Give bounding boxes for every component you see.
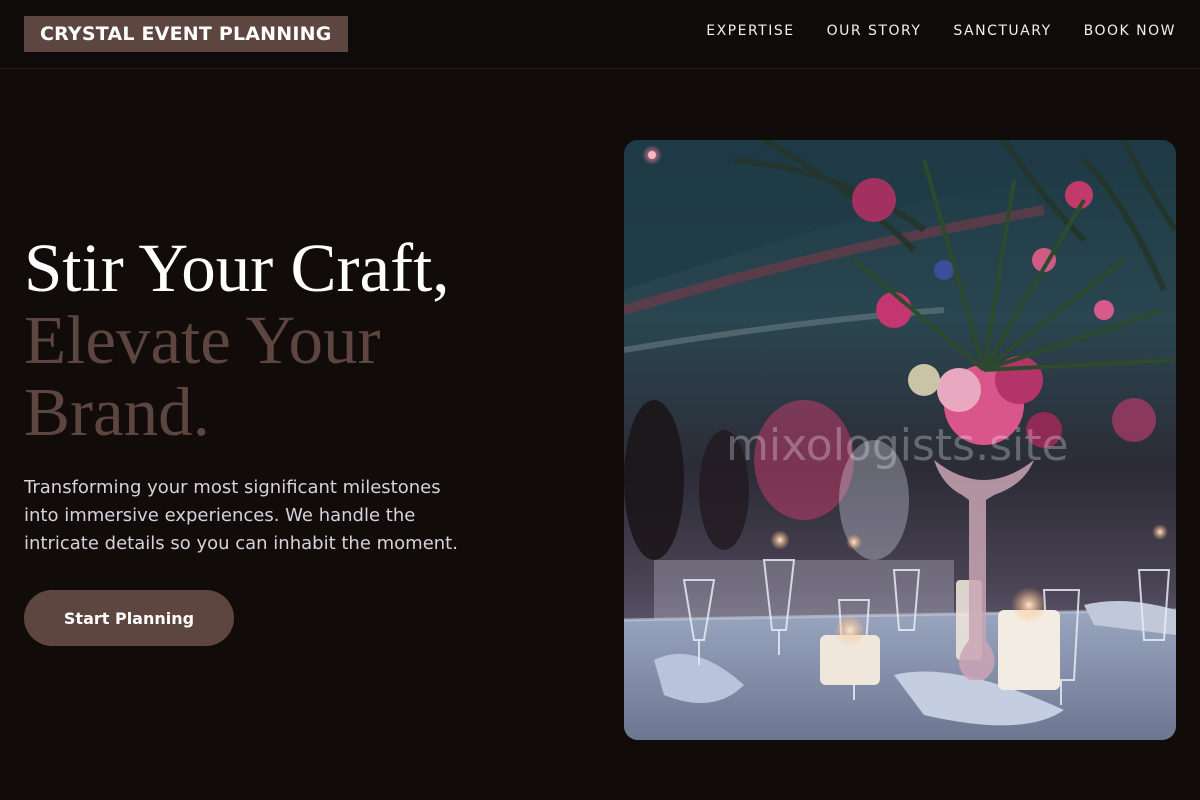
brand-logo[interactable]: CRYSTAL EVENT PLANNING [24,16,348,52]
hero-headline: Stir Your Craft, Elevate Your Brand. [24,232,584,448]
headline-line-1: Stir Your Craft, [24,230,450,306]
nav-link-sanctuary[interactable]: SANCTUARY [953,23,1051,39]
nav-link-expertise[interactable]: EXPERTISE [706,23,794,39]
hero-subtitle: Transforming your most significant miles… [24,477,458,554]
main-nav: EXPERTISE OUR STORY SANCTUARY BOOK NOW [706,23,1176,39]
headline-line-3: Brand. [24,374,210,450]
nav-link-book-now[interactable]: BOOK NOW [1084,23,1176,39]
start-planning-button[interactable]: Start Planning [24,590,234,646]
nav-link-our-story[interactable]: OUR STORY [827,23,922,39]
watermark-text: mixologists.site [726,420,1069,471]
headline-line-2: Elevate Your [24,302,381,378]
site-header: CRYSTAL EVENT PLANNING EXPERTISE OUR STO… [0,0,1200,69]
